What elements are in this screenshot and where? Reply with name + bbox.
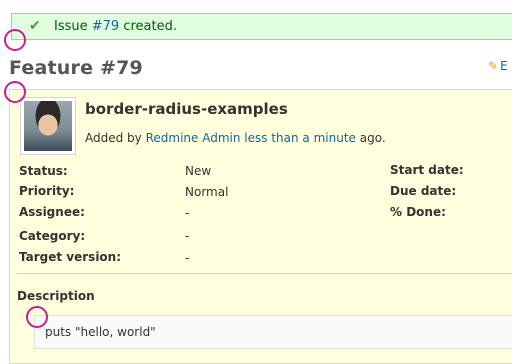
author-link[interactable]: Redmine Admin [146,131,241,145]
edit-link-label: E [500,59,508,73]
due-date-label-text: Due date: [390,184,457,198]
target-version-value: - [185,251,190,265]
issue-link[interactable]: #79 [92,19,119,34]
ring-marker [26,306,48,328]
done-label: % Done: [390,205,446,219]
assignee-label-text: Assignee: [19,205,85,219]
status-label: Status: [19,164,68,178]
priority-value: Normal [185,185,229,199]
flash-suffix: created. [119,19,177,34]
flash-message: Issue #79 created. [54,19,177,34]
author-line: Added by Redmine Admin less than a minut… [85,131,386,145]
added-by-prefix: Added by [85,131,146,145]
start-date-label-text: Start date: [390,163,464,177]
category-value: - [185,229,190,243]
ring-marker [4,29,26,51]
description-label: Description [17,289,95,303]
done-label-text: % Done: [390,205,446,219]
avatar-photo [24,101,72,151]
status-value: New [185,164,212,178]
status-label-text: Status: [19,164,68,178]
assignee-label: Assignee: [19,205,85,219]
assignee-value: - [185,206,190,220]
category-label: Category: [19,229,85,243]
edit-link[interactable]: ✎ E [488,59,508,73]
category-label-text: Category: [19,229,86,243]
priority-label-text: Priority: [19,184,75,198]
priority-label: Priority: [19,184,74,198]
page-title: Feature #79 [9,57,143,79]
description-code: puts "hello, world" [45,325,156,339]
due-date-label: Due date: [390,184,456,198]
avatar [20,97,76,155]
pencil-icon: ✎ [488,59,499,73]
issue-subject: border-radius-examples [85,100,288,118]
ring-marker [4,81,26,103]
added-by-suffix: ago. [355,131,386,145]
target-version-label: Target version: [19,250,121,264]
flash-notice: ✔ Issue #79 created. [11,13,512,40]
checkmark-icon: ✔ [29,18,41,34]
time-link[interactable]: less than a minute [244,131,356,145]
target-version-label-text: Target version: [19,250,122,264]
description-code-block: puts "hello, world" [34,315,512,349]
divider [17,273,512,274]
flash-prefix: Issue [54,19,92,34]
start-date-label: Start date: [390,163,464,177]
